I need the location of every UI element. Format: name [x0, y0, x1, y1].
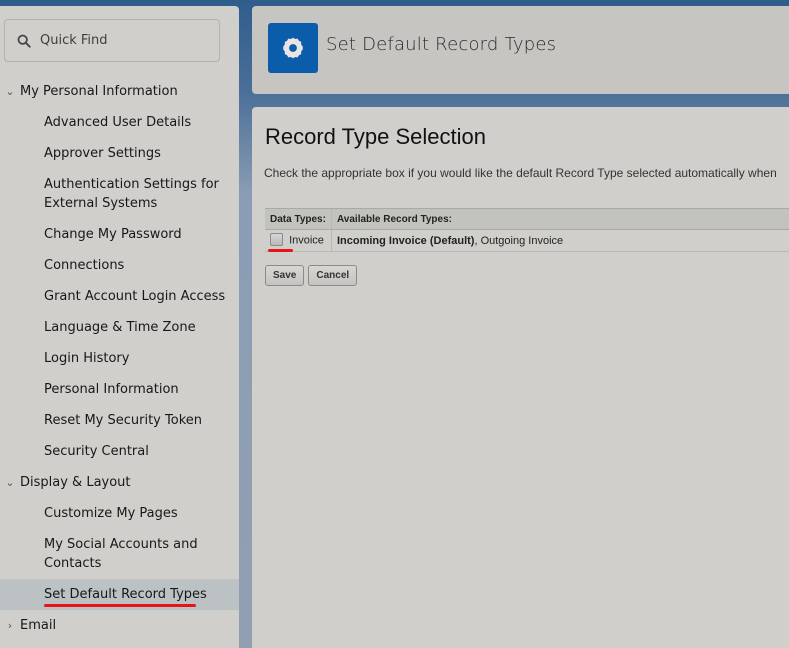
data-type-cell: Invoice	[265, 229, 332, 253]
section-title: Record Type Selection	[265, 124, 486, 149]
search-icon	[17, 34, 31, 48]
sidebar-item-grant-account-login-access[interactable]: Grant Account Login Access	[0, 281, 239, 312]
sidebar-section-display-layout[interactable]: ⌄ Display & Layout	[0, 467, 239, 498]
sidebar-section-email[interactable]: › Email	[0, 610, 239, 641]
sidebar-section-my-personal-information[interactable]: ⌄ My Personal Information	[0, 76, 239, 107]
sidebar-item-security-central[interactable]: Security Central	[0, 436, 239, 467]
sidebar-item-set-default-record-types[interactable]: Set Default Record Types	[0, 579, 239, 610]
sidebar-item-connections[interactable]: Connections	[0, 250, 239, 281]
section-label: Email	[20, 618, 57, 633]
quick-find-input[interactable]	[40, 33, 210, 48]
red-underline-annotation	[44, 604, 196, 607]
sidebar-item-change-my-password[interactable]: Change My Password	[0, 219, 239, 250]
main-content: Record Type Selection Check the appropri…	[252, 107, 789, 648]
save-button[interactable]: Save	[265, 265, 305, 286]
chevron-down-icon: ⌄	[5, 85, 15, 98]
form-buttons: Save Cancel	[265, 265, 358, 286]
sidebar-item-reset-my-security-token[interactable]: Reset My Security Token	[0, 405, 239, 436]
section-label: My Personal Information	[20, 84, 178, 99]
section-label: Display & Layout	[20, 475, 131, 490]
sidebar-item-customize-my-pages[interactable]: Customize My Pages	[0, 498, 239, 529]
invoice-default-checkbox[interactable]	[270, 233, 283, 246]
sidebar-item-approver-settings[interactable]: Approver Settings	[0, 138, 239, 169]
sidebar-item-language-time-zone[interactable]: Language & Time Zone	[0, 312, 239, 343]
header-icon-tile	[268, 23, 318, 73]
instructions-text: Check the appropriate box if you would l…	[264, 166, 777, 180]
column-header-available-record-types: Available Record Types:	[330, 208, 789, 230]
quick-find-box[interactable]	[4, 19, 220, 62]
default-record-type: Incoming Invoice (Default)	[336, 234, 475, 247]
page-header: Set Default Record Types	[252, 6, 789, 94]
setup-sidebar: ⌄ My Personal Information Advanced User …	[0, 6, 239, 648]
sidebar-item-label: Set Default Record Types	[44, 587, 207, 602]
sidebar-item-personal-information[interactable]: Personal Information	[0, 374, 239, 405]
record-types-cell: Incoming Invoice (Default), Outgoing Inv…	[330, 229, 789, 252]
record-types-table: Data Types: Available Record Types: Invo…	[265, 208, 789, 253]
data-type-label: Invoice	[289, 234, 324, 247]
gear-icon	[283, 37, 303, 59]
column-header-data-types: Data Types:	[265, 208, 332, 230]
sidebar-item-advanced-user-details[interactable]: Advanced User Details	[0, 107, 239, 138]
sidebar-item-login-history[interactable]: Login History	[0, 343, 239, 374]
sidebar-nav: ⌄ My Personal Information Advanced User …	[0, 76, 239, 641]
red-underline-annotation	[268, 249, 293, 253]
chevron-down-icon: ⌄	[5, 476, 15, 489]
page-title: Set Default Record Types	[326, 34, 557, 55]
sidebar-item-my-social-accounts[interactable]: My Social Accounts and Contacts	[0, 529, 239, 579]
table-row: Invoice Incoming Invoice (Default), Outg…	[265, 229, 789, 253]
other-record-types: , Outgoing Invoice	[474, 234, 564, 247]
sidebar-item-authentication-settings[interactable]: Authentication Settings for External Sys…	[0, 169, 239, 219]
table-header-row: Data Types: Available Record Types:	[265, 208, 789, 230]
chevron-right-icon: ›	[7, 619, 13, 632]
cancel-button[interactable]: Cancel	[308, 265, 358, 286]
